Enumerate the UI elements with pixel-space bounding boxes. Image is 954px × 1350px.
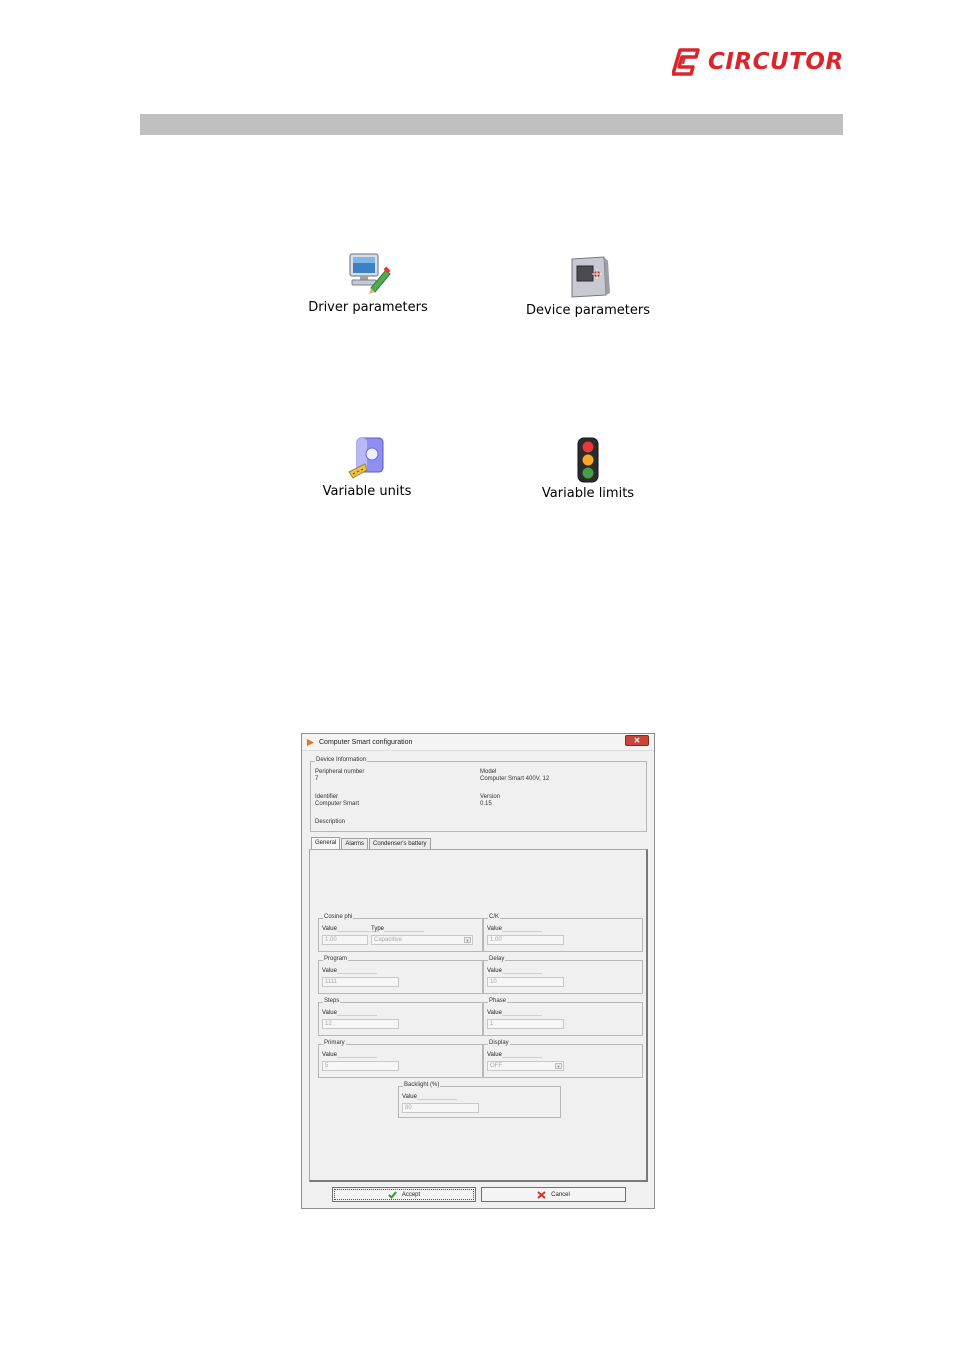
steps-title: Steps [323, 998, 341, 1004]
identifier-value: Computer Smart [315, 801, 360, 807]
backlight-value-input[interactable]: 80 [402, 1103, 479, 1113]
accept-button[interactable]: Accept [332, 1187, 476, 1202]
dialog-titlebar[interactable]: Computer Smart configuration [302, 734, 654, 751]
backlight-group: Backlight (%) Value 80 [398, 1082, 561, 1118]
identifier-label: Identifier [315, 794, 339, 800]
tab-general[interactable]: General [311, 837, 341, 849]
monitor-pencil-icon [349, 253, 391, 294]
circutor-logo-icon [672, 48, 700, 76]
circutor-logo: CIRCUTOR [672, 44, 844, 80]
variable-units-button[interactable]: Variable units [282, 434, 452, 499]
program-value-label: Value [322, 968, 377, 974]
display-value: OFF [490, 1063, 502, 1069]
section-header-bar [140, 114, 843, 135]
phase-title: Phase [488, 998, 508, 1004]
cancel-button[interactable]: Cancel [481, 1187, 626, 1202]
driver-parameters-label: Driver parameters [308, 300, 428, 315]
chevron-down-icon[interactable]: ▼ [464, 937, 471, 943]
cosine-phi-type-select[interactable]: Capacitive ▼ [371, 935, 473, 945]
variable-limits-label: Variable limits [541, 486, 635, 501]
program-group: Program Value 1111 [318, 956, 483, 994]
steps-group: Steps Value 12 [318, 998, 483, 1036]
description-label: Description [315, 819, 346, 825]
device-information-title: Device Information [315, 757, 368, 763]
variable-limits-button[interactable]: Variable limits [503, 436, 673, 501]
program-value-input[interactable]: 1111 [322, 977, 399, 987]
configuration-dialog: Computer Smart configuration ✕ Device In… [301, 733, 655, 1209]
app-icon [306, 738, 315, 746]
cancel-label: Cancel [551, 1191, 570, 1198]
ck-value-label: Value [487, 926, 542, 932]
device-parameters-label: Device parameters [526, 303, 650, 318]
device-parameters-button[interactable]: Device parameters [503, 253, 673, 318]
close-icon: ✕ [633, 736, 641, 745]
general-tab-panel: Cosine phi Value 1.00 Type Capacitive ▼ … [309, 849, 648, 1182]
display-value-label: Value [487, 1052, 542, 1058]
steps-value-input[interactable]: 12 [322, 1019, 399, 1029]
steps-value-label: Value [322, 1010, 377, 1016]
cancel-x-icon [537, 1190, 546, 1199]
accept-label: Accept [401, 1191, 421, 1198]
program-title: Program [323, 956, 349, 962]
chevron-down-icon[interactable]: ▼ [555, 1063, 562, 1069]
traffic-light-icon [577, 437, 599, 483]
delay-title: Delay [488, 956, 506, 962]
display-select[interactable]: OFF ▼ [487, 1061, 564, 1071]
cosine-phi-type-value: Capacitive [374, 937, 403, 943]
display-title: Display [488, 1040, 510, 1046]
peripheral-number-value: 7 [315, 776, 319, 782]
backlight-title: Backlight (%) [403, 1082, 441, 1088]
phase-value-label: Value [487, 1010, 542, 1016]
unit-ruler-icon [348, 437, 384, 479]
phase-value-input[interactable]: 1 [487, 1019, 564, 1029]
version-value: 0.15 [480, 801, 492, 807]
model-value: Computer Smart 400V, 12 [480, 776, 550, 782]
ck-value-input[interactable]: 1.00 [487, 935, 564, 945]
ck-group: C/K Value 1.00 [483, 914, 643, 952]
dialog-title: Computer Smart configuration [319, 738, 413, 746]
device-panel-icon [571, 256, 610, 298]
delay-value-label: Value [487, 968, 542, 974]
primary-group: Primary Value 5 [318, 1040, 483, 1078]
primary-value-input[interactable]: 5 [322, 1061, 399, 1071]
primary-value-label: Value [322, 1052, 377, 1058]
cosine-phi-value-input[interactable]: 1.00 [322, 935, 368, 945]
checkmark-icon [388, 1190, 397, 1199]
model-label: Model [480, 769, 497, 775]
delay-value-input[interactable]: 10 [487, 977, 564, 987]
version-label: Version [480, 794, 501, 800]
cosine-phi-title: Cosine phi [323, 914, 354, 920]
brand-name: CIRCUTOR [708, 49, 844, 75]
phase-group: Phase Value 1 [483, 998, 643, 1036]
primary-title: Primary [323, 1040, 346, 1046]
cosine-phi-type-label: Type [371, 926, 425, 932]
variable-units-label: Variable units [322, 484, 412, 499]
backlight-value-label: Value [402, 1094, 457, 1100]
delay-group: Delay Value 10 [483, 956, 643, 994]
close-button[interactable]: ✕ [625, 735, 649, 746]
peripheral-number-label: Peripheral number [315, 769, 365, 775]
cosine-phi-group: Cosine phi Value 1.00 Type Capacitive ▼ [318, 914, 483, 952]
tab-alarms[interactable]: Alarms [341, 838, 369, 849]
device-information-group: Device Information Peripheral number 7 M… [310, 757, 647, 832]
ck-title: C/K [488, 914, 501, 920]
driver-parameters-button[interactable]: Driver parameters [283, 250, 453, 315]
display-group: Display Value OFF ▼ [483, 1040, 643, 1078]
tab-condensers-battery[interactable]: Condenser's battery [369, 838, 431, 849]
cosine-phi-value-label: Value [322, 926, 377, 932]
